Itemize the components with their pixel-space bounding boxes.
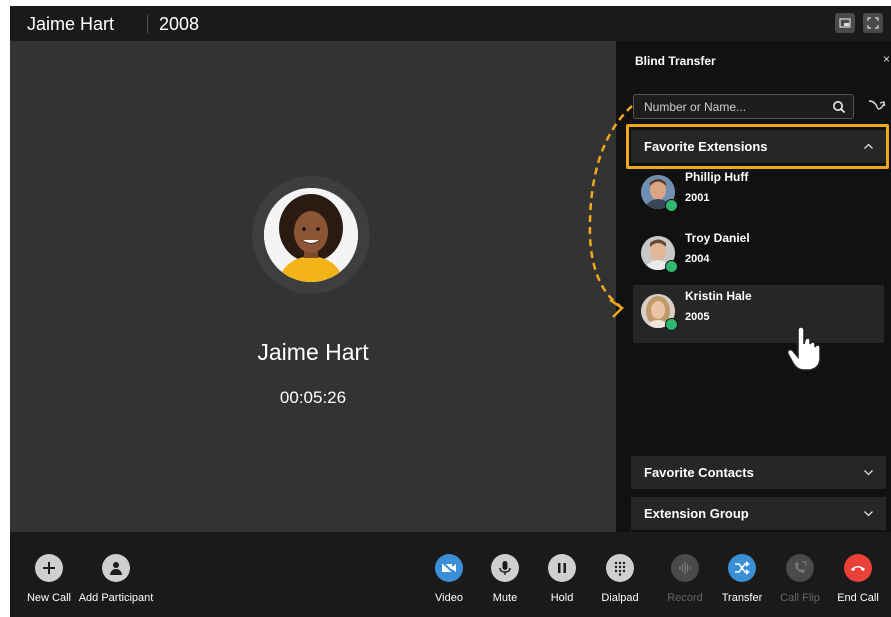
highlight-frame [626,124,889,169]
favorite-extension-item[interactable]: Phillip Huff 2001 [633,166,884,224]
extension-title: 2008 [159,14,200,34]
call-flip-label: Call Flip [780,592,820,604]
call-flip-icon [786,554,814,582]
waveform-icon [671,554,699,582]
microphone-icon [491,554,519,582]
picture-in-picture-icon [839,18,851,28]
favorite-contacts-header[interactable]: Favorite Contacts [631,456,886,489]
fullscreen-icon [867,17,879,29]
search-icon[interactable] [832,100,846,114]
caller-avatar-ring [252,176,370,294]
contact-name: Troy Daniel [685,231,750,245]
close-icon[interactable]: × [883,52,890,66]
mute-label: Mute [492,592,518,604]
add-participant-label: Add Participant [78,592,154,604]
transfer-shuffle-icon [728,554,756,582]
search-box [633,94,854,119]
extension-group-header[interactable]: Extension Group [631,497,886,530]
contact-name: Phillip Huff [685,170,749,184]
new-call-label: New Call [26,592,72,604]
caller-title: Jaime Hart [27,14,115,34]
caller-photo [264,188,358,282]
status-available-icon [665,260,678,273]
contact-number: 2004 [685,253,710,265]
hold-label: Hold [550,592,574,604]
extension-group-label: Extension Group [644,506,749,521]
video-label: Video [435,592,463,604]
call-timer: 00:05:26 [279,388,347,407]
dialpad-label: Dialpad [601,592,639,604]
call-toolbar: New Call Add Participant Video Mute Hold [10,532,891,617]
status-available-icon [665,318,678,331]
contact-number: 2005 [685,311,710,323]
transfer-label: Transfer [721,592,763,604]
favorite-extension-item[interactable]: Kristin Hale 2005 [633,285,884,343]
chevron-down-icon [864,511,873,517]
call-window: Jaime Hart 2008 Jaime Hart 00:05:26 Blin… [10,6,891,617]
pause-icon [548,554,576,582]
title-divider [147,15,148,33]
plus-icon [35,554,63,582]
favorite-contacts-label: Favorite Contacts [644,465,754,480]
contact-name: Kristin Hale [685,289,752,303]
fullscreen-button[interactable] [863,13,883,33]
transfer-panel: Blind Transfer × Favorite Extensions Phi… [616,41,891,532]
caller-name: Jaime Hart [257,339,369,365]
favorite-extension-item[interactable]: Troy Daniel 2004 [633,227,884,285]
hand-cursor-icon [786,326,821,371]
hang-up-icon [844,554,872,582]
transfer-route-icon[interactable] [868,98,886,114]
dialpad-icon [606,554,634,582]
status-available-icon [665,199,678,212]
call-area: Jaime Hart 00:05:26 [10,41,616,532]
contact-number: 2001 [685,192,710,204]
record-label: Record [667,592,703,604]
end-call-label: End Call [837,592,879,604]
search-input[interactable] [644,100,824,114]
add-person-icon [102,554,130,582]
minimize-window-button[interactable] [835,13,855,33]
video-off-icon [435,554,463,582]
dashed-arrow-icon [588,105,633,318]
caller-avatar [264,188,358,282]
panel-title: Blind Transfer [635,54,716,68]
title-bar: Jaime Hart 2008 [10,6,891,41]
chevron-down-icon [864,470,873,476]
